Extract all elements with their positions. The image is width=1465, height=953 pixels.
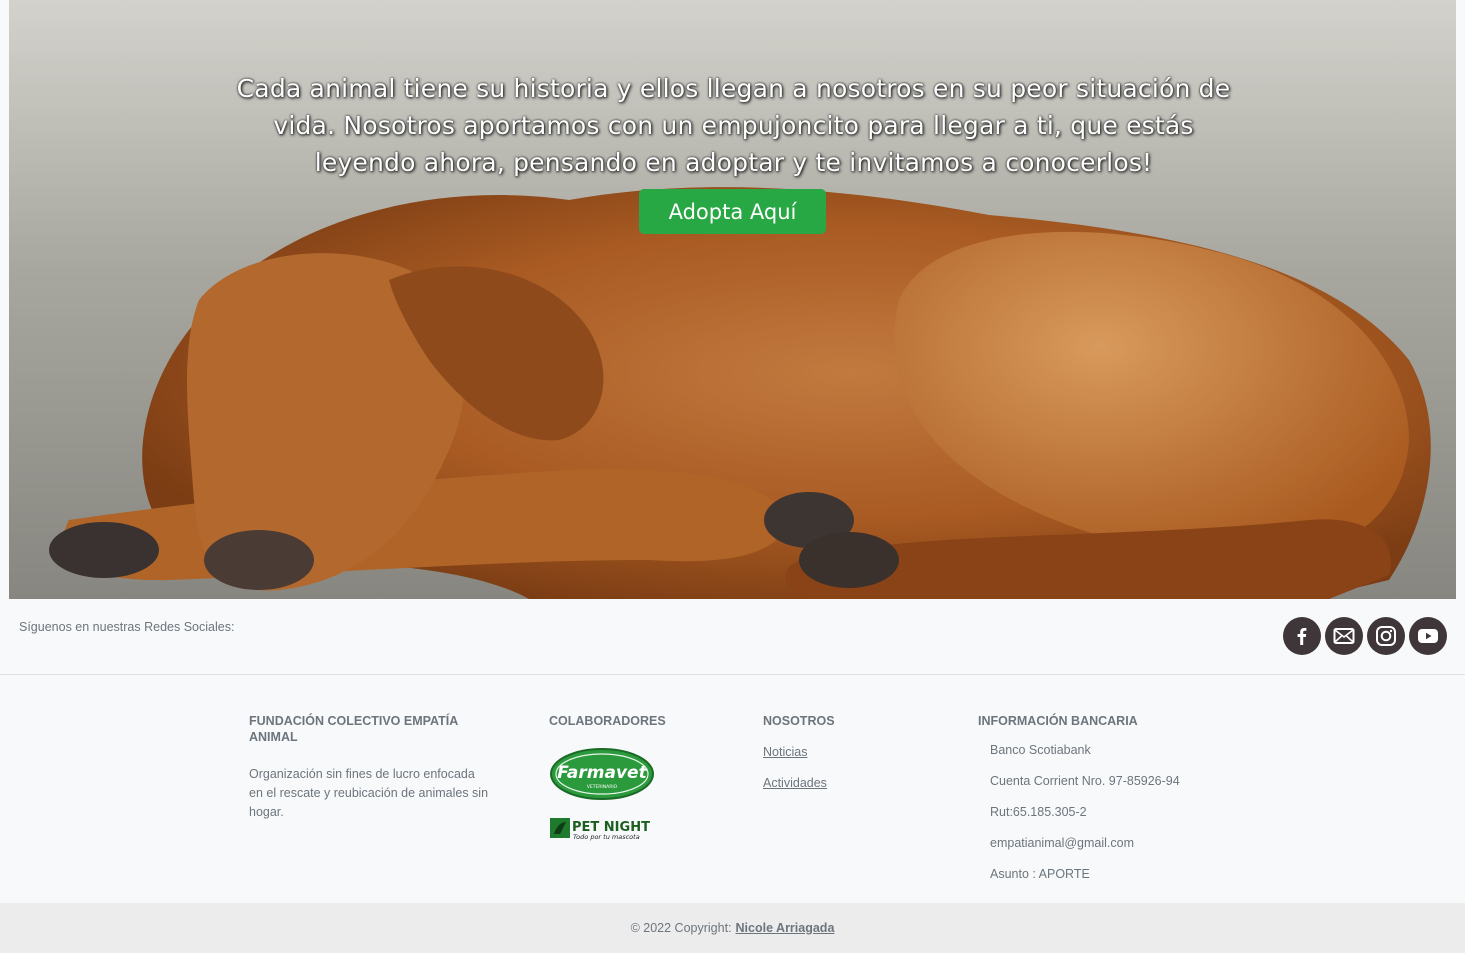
social-icons [1283, 617, 1447, 655]
footer-bank-column: INFORMACIÓN BANCARIA Banco Scotiabank Cu… [978, 713, 1238, 884]
noticias-link[interactable]: Noticias [763, 745, 807, 759]
bank-heading: INFORMACIÓN BANCARIA [978, 714, 1138, 728]
facebook-icon[interactable] [1283, 617, 1321, 655]
bank-subject: Asunto : APORTE [990, 867, 1090, 881]
farmavet-logo-subtext: VETERINARIO [587, 784, 618, 790]
nosotros-heading: NOSOTROS [763, 714, 835, 728]
hero-banner: Cada animal tiene su historia y ellos ll… [9, 0, 1456, 599]
copyright-author-link[interactable]: Nicole Arriagada [736, 921, 835, 935]
instagram-icon[interactable] [1367, 617, 1405, 655]
bank-account: Cuenta Corrient Nro. 97-85926-94 [990, 774, 1180, 788]
footer-about-column: FUNDACIÓN COLECTIVO EMPATÍA ANIMAL Organ… [249, 713, 489, 822]
about-text: Organización sin fines de lucro enfocada… [249, 767, 489, 819]
petnight-logo[interactable]: PET NIGHT Todo por tu mascota [549, 816, 655, 842]
footer-partners-column: COLABORADORES Farmavet VETERINARIO PET N… [549, 713, 699, 847]
farmavet-logo[interactable]: Farmavet VETERINARIO [549, 747, 655, 801]
footer-nosotros-column: NOSOTROS Noticias Actividades [763, 713, 913, 791]
copyright-text: © 2022 Copyright: [630, 921, 732, 935]
mail-icon[interactable] [1325, 617, 1363, 655]
about-heading: FUNDACIÓN COLECTIVO EMPATÍA ANIMAL [249, 714, 458, 744]
farmavet-logo-text: Farmavet [557, 763, 647, 783]
copyright-bar: © 2022 Copyright: Nicole Arriagada [0, 903, 1465, 953]
actividades-link[interactable]: Actividades [763, 776, 827, 790]
petnight-logo-subtext: Todo por tu mascota [573, 833, 640, 841]
youtube-icon[interactable] [1409, 617, 1447, 655]
bank-email: empatianimal@gmail.com [990, 836, 1134, 850]
bank-name: Banco Scotiabank [990, 743, 1091, 757]
social-bar: Síguenos en nuestras Redes Sociales: [0, 599, 1465, 675]
footer: FUNDACIÓN COLECTIVO EMPATÍA ANIMAL Organ… [0, 676, 1465, 903]
hero-tagline: Cada animal tiene su historia y ellos ll… [236, 74, 1231, 177]
bank-rut: Rut:65.185.305-2 [990, 805, 1087, 819]
social-label: Síguenos en nuestras Redes Sociales: [19, 620, 235, 634]
partners-heading: COLABORADORES [549, 714, 666, 728]
adopt-here-button[interactable]: Adopta Aquí [639, 189, 826, 234]
